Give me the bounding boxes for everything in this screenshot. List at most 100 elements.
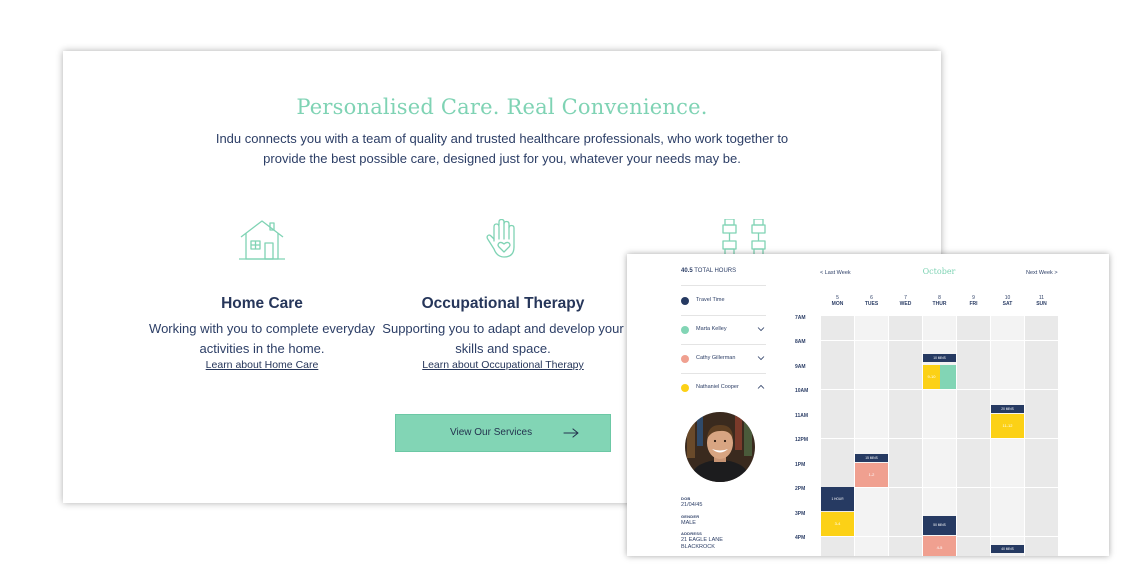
total-hours-value: 40.5: [681, 268, 693, 274]
travel-time-event[interactable]: 1 HOUR: [821, 487, 854, 511]
calendar-cell[interactable]: [889, 389, 922, 414]
calendar-cell[interactable]: [855, 487, 888, 512]
calendar-cell[interactable]: [957, 414, 990, 438]
calendar-cell[interactable]: [821, 536, 854, 556]
view-services-button[interactable]: View Our Services: [395, 414, 611, 452]
hour-label: 10AM: [795, 388, 809, 394]
calendar-cell[interactable]: [889, 316, 922, 340]
address-line-1: 21 EAGLE LANE: [681, 537, 723, 543]
calendar-cell[interactable]: [889, 536, 922, 556]
calendar-cell[interactable]: [991, 512, 1024, 536]
travel-time-event[interactable]: 10 MINS: [923, 354, 956, 362]
legend-dot: [681, 384, 689, 392]
calendar-event[interactable]: 4-5: [923, 536, 956, 556]
chevron-up-icon[interactable]: [757, 383, 765, 391]
travel-time-event[interactable]: 15 MINS: [855, 454, 888, 462]
schedule-card: 40.5 TOTAL HOURS Travel Time Marta Kelle…: [627, 254, 1109, 556]
calendar-event[interactable]: 9-10: [923, 365, 940, 389]
calendar-cell[interactable]: [855, 340, 888, 365]
calendar-event[interactable]: 3-4: [821, 512, 854, 536]
hand-heart-icon: [478, 219, 528, 263]
calendar-cell[interactable]: [957, 463, 990, 487]
address-label: ADDRESS: [681, 531, 702, 536]
calendar-cell[interactable]: [821, 414, 854, 438]
day-header-mon: 5 MON: [831, 295, 844, 307]
travel-time-event[interactable]: 50 MINS: [923, 516, 956, 535]
chevron-down-icon[interactable]: [757, 354, 765, 362]
calendar-cell[interactable]: [991, 463, 1024, 487]
calendar-cell[interactable]: [957, 487, 990, 512]
calendar-cell[interactable]: [1025, 414, 1058, 438]
legend-item-travel-time: Travel Time: [681, 287, 766, 316]
calendar-cell[interactable]: [889, 340, 922, 365]
address-line-2: BLACKROCK: [681, 544, 715, 550]
calendar-cell[interactable]: [855, 536, 888, 556]
legend-label: Nathaniel Cooper: [696, 384, 739, 390]
calendar-cell[interactable]: [889, 463, 922, 487]
calendar-cell[interactable]: [957, 512, 990, 536]
calendar-cell[interactable]: [957, 536, 990, 556]
next-week-link[interactable]: Next Week >: [1026, 270, 1058, 276]
calendar-cell[interactable]: [889, 487, 922, 512]
calendar-cell[interactable]: [855, 389, 888, 414]
calendar-cell[interactable]: [821, 365, 854, 389]
calendar-cell[interactable]: [957, 389, 990, 414]
calendar-cell[interactable]: [923, 414, 956, 438]
calendar-cell[interactable]: [855, 316, 888, 340]
calendar-cell[interactable]: [991, 316, 1024, 340]
calendar-event[interactable]: [940, 365, 956, 389]
legend-item-cathy-gillerman[interactable]: Cathy Gillerman: [681, 345, 766, 374]
legend-dot: [681, 297, 689, 305]
calendar-cell[interactable]: [923, 487, 956, 512]
calendar-cell[interactable]: [821, 463, 854, 487]
chevron-down-icon[interactable]: [757, 325, 765, 333]
legend-item-marta-kelley[interactable]: Marta Kelley: [681, 316, 766, 345]
legend-label: Marta Kelley: [696, 326, 727, 332]
hero-subtitle: Indu connects you with a team of quality…: [215, 131, 789, 166]
calendar-cell[interactable]: [889, 512, 922, 536]
calendar-cell[interactable]: [957, 438, 990, 463]
total-hours: 40.5 TOTAL HOURS: [681, 268, 736, 274]
learn-occupational-therapy-link[interactable]: Learn about Occupational Therapy: [378, 359, 628, 371]
calendar-cell[interactable]: [923, 463, 956, 487]
calendar-cell[interactable]: [991, 340, 1024, 365]
calendar-cell[interactable]: [1025, 512, 1058, 536]
calendar-cell[interactable]: [923, 389, 956, 414]
travel-time-event[interactable]: 40 MINS: [991, 545, 1024, 553]
travel-time-event[interactable]: 20 MINS: [991, 405, 1024, 413]
calendar-cell[interactable]: [821, 389, 854, 414]
calendar-cell[interactable]: [1025, 438, 1058, 463]
calendar-event[interactable]: 1-2: [855, 463, 888, 487]
calendar-cell[interactable]: [889, 414, 922, 438]
calendar-cell[interactable]: [889, 365, 922, 389]
calendar-cell[interactable]: [821, 438, 854, 463]
calendar-cell[interactable]: [855, 365, 888, 389]
last-week-link[interactable]: < Last Week: [820, 270, 851, 276]
calendar-cell[interactable]: [991, 438, 1024, 463]
calendar-cell[interactable]: [1025, 389, 1058, 414]
calendar-cell[interactable]: [957, 340, 990, 365]
legend-label: Cathy Gillerman: [696, 355, 736, 361]
calendar-cell[interactable]: [821, 316, 854, 340]
calendar-cell[interactable]: [923, 438, 956, 463]
calendar-cell[interactable]: [855, 512, 888, 536]
calendar-cell[interactable]: [1025, 340, 1058, 365]
legend-dot: [681, 326, 689, 334]
calendar-cell[interactable]: [889, 438, 922, 463]
calendar-cell[interactable]: [1025, 463, 1058, 487]
calendar-cell[interactable]: [1025, 365, 1058, 389]
calendar-cell[interactable]: [1025, 536, 1058, 556]
learn-home-care-link[interactable]: Learn about Home Care: [137, 359, 387, 371]
calendar-cell[interactable]: [1025, 316, 1058, 340]
calendar-cell[interactable]: [957, 316, 990, 340]
calendar-cell[interactable]: [1025, 487, 1058, 512]
calendar-cell[interactable]: [991, 365, 1024, 389]
legend-item-nathaniel-cooper[interactable]: Nathaniel Cooper: [681, 374, 766, 403]
calendar-cell[interactable]: [923, 316, 956, 340]
calendar-event[interactable]: 11-12: [991, 414, 1024, 438]
calendar-cell[interactable]: [821, 340, 854, 365]
arrow-right-icon: [563, 428, 579, 438]
calendar-cell[interactable]: [855, 414, 888, 438]
calendar-cell[interactable]: [957, 365, 990, 389]
calendar-cell[interactable]: [991, 487, 1024, 512]
